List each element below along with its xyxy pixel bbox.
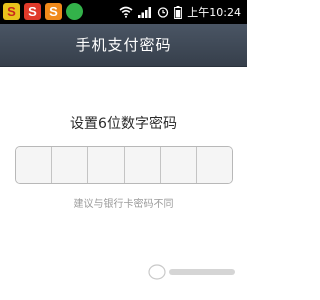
status-icons: 上午10:24 xyxy=(119,0,241,24)
pin-digit-cell[interactable] xyxy=(160,147,197,183)
pin-digit-cell[interactable] xyxy=(196,147,232,183)
app-notification-icon: S xyxy=(45,3,62,20)
pin-digit-cell[interactable] xyxy=(52,147,89,183)
pin-digit-cell[interactable] xyxy=(16,147,53,183)
signal-icon xyxy=(138,7,152,18)
alarm-icon xyxy=(158,7,169,18)
pin-digit-cell[interactable] xyxy=(124,147,161,183)
password-hint: 建议与银行卡密码不同 xyxy=(73,199,174,210)
status-bar: S S S 上午10:24 xyxy=(0,0,247,24)
password-prompt: 设置6位数字密码 xyxy=(70,116,177,132)
app-notification-icon: S xyxy=(24,3,41,20)
wifi-icon xyxy=(119,6,133,18)
pin-digit-cell[interactable] xyxy=(88,147,125,183)
clock-time: 上午10:24 xyxy=(187,6,241,19)
app-notification-icon xyxy=(66,3,83,20)
battery-icon xyxy=(174,5,183,19)
title-bar: 手机支付密码 xyxy=(0,24,247,67)
pin-input[interactable] xyxy=(15,146,233,184)
page-title: 手机支付密码 xyxy=(75,36,172,54)
watermark-logo xyxy=(148,264,235,280)
app-notification-icon: S xyxy=(3,3,20,20)
